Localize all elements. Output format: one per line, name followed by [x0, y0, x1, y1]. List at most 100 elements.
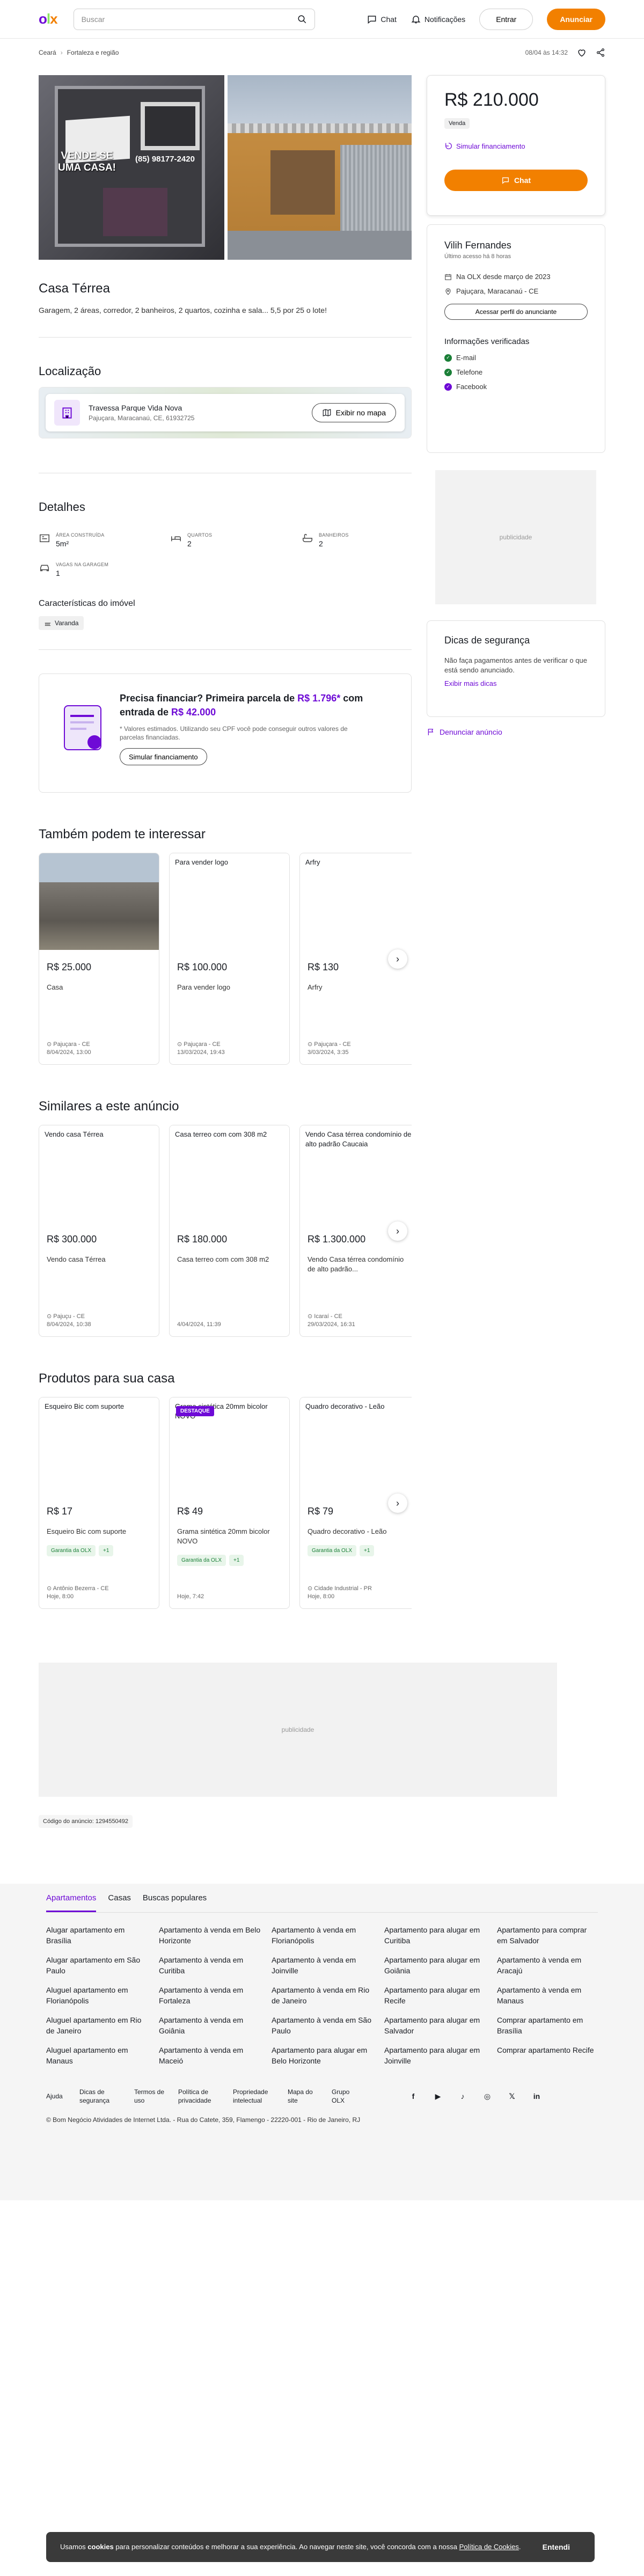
footer-link[interactable]: Apartamento à venda em Florianópolis — [272, 1924, 374, 1946]
seller-last-access: Último acesso há 8 horas — [444, 253, 511, 260]
footer-bottom-link[interactable]: Mapa do site — [288, 2088, 320, 2105]
footer-tab-apartments[interactable]: Apartamentos — [46, 1893, 97, 1912]
youtube-icon[interactable]: ▶ — [433, 2091, 443, 2102]
show-map-button[interactable]: Exibir no mapa — [311, 403, 396, 422]
notifications-link[interactable]: Notificações — [411, 14, 465, 25]
footer-link[interactable]: Apartamento à venda em Manaus — [497, 1985, 599, 2006]
listing-card-place: ⊙ Pajuçara - CE — [308, 1041, 351, 1048]
simulate-financing-button[interactable]: Simular financiamento — [120, 748, 207, 765]
tiktok-icon[interactable]: ♪ — [457, 2091, 468, 2102]
footer-link[interactable]: Comprar apartamento Recife — [497, 2045, 599, 2066]
listing-photo-2[interactable] — [228, 75, 412, 260]
footer-link[interactable]: Apartamento à venda em Joinville — [272, 1955, 374, 1976]
similar-carousel: Vendo casa Térrea R$ 300.000 Vendo casa … — [39, 1125, 412, 1337]
building-icon — [54, 400, 80, 426]
olx-logo[interactable]: olx — [39, 11, 58, 27]
footer-bottom-link[interactable]: Ajuda — [46, 2092, 68, 2101]
plus-badge: +1 — [99, 1545, 114, 1556]
listing-card[interactable]: R$ 25.000 Casa ⊙ Pajuçara - CE 8/04/2024,… — [39, 853, 159, 1065]
listing-card[interactable]: Casa terreo com com 308 m2 R$ 180.000 Ca… — [169, 1125, 290, 1337]
ad-banner[interactable]: publicidade — [39, 1663, 557, 1797]
carousel-next-icon[interactable]: › — [388, 1494, 407, 1513]
heart-icon[interactable] — [576, 47, 587, 58]
footer-link[interactable]: Apartamento à venda em Rio de Janeiro — [272, 1985, 374, 2006]
location-heading: Localização — [39, 364, 101, 378]
breadcrumb-item-state[interactable]: Ceará — [39, 49, 56, 56]
report-link[interactable]: Denunciar anúncio — [427, 728, 605, 736]
footer-link[interactable]: Alugar apartamento em Brasília — [46, 1924, 148, 1946]
product-card-title: Quadro decorativo - Leão — [308, 1527, 387, 1535]
cookie-accept-button[interactable]: Entendi — [543, 2543, 570, 2551]
footer-link[interactable]: Apartamento para alugar em Salvador — [384, 2015, 486, 2036]
footer-bottom-link[interactable]: Propriedade intelectual — [233, 2088, 276, 2105]
footer-link[interactable]: Apartamento à venda em Maceió — [159, 2045, 261, 2066]
simulate-link[interactable]: Simular financiamento — [444, 142, 588, 150]
footer-link[interactable]: Apartamento para comprar em Salvador — [497, 1924, 599, 1946]
search-box[interactable] — [73, 8, 315, 30]
chat-link[interactable]: Chat — [367, 14, 397, 25]
notifications-label: Notificações — [424, 14, 466, 24]
facebook-icon[interactable]: f — [408, 2091, 419, 2102]
login-button[interactable]: Entrar — [479, 8, 533, 30]
listing-photo-1[interactable]: VENDE-SE UMA CASA! (85) 98177-2420 — [39, 75, 224, 260]
safety-tips-link[interactable]: Exibir mais dicas — [444, 679, 588, 687]
footer-bottom-link[interactable]: Dicas de segurança — [79, 2088, 122, 2105]
footer-link[interactable]: Aluguel apartamento em Rio de Janeiro — [46, 2015, 148, 2036]
search-input[interactable] — [81, 14, 297, 24]
footer-link[interactable]: Apartamento para alugar em Belo Horizont… — [272, 2045, 374, 2066]
post-ad-button[interactable]: Anunciar — [547, 8, 605, 30]
safety-tips-title: Dicas de segurança — [444, 635, 530, 646]
footer-tab-popular[interactable]: Buscas populares — [143, 1893, 207, 1912]
product-card-place: ⊙ Antônio Bezerra - CE — [47, 1585, 109, 1592]
footer-link[interactable]: Apartamento à venda em Fortaleza — [159, 1985, 261, 2006]
footer-bottom-link[interactable]: Termos de uso — [134, 2088, 166, 2105]
footer-link[interactable]: Apartamento à venda em Goiânia — [159, 2015, 261, 2036]
x-twitter-icon[interactable]: 𝕏 — [507, 2091, 517, 2102]
carousel-next-icon[interactable]: › — [388, 1221, 407, 1241]
chat-button[interactable]: Chat — [444, 170, 588, 191]
footer-link[interactable]: Apartamento para alugar em Joinville — [384, 2045, 486, 2066]
sidebar-ad[interactable]: publicidade — [435, 470, 596, 604]
location-street: Travessa Parque Vida Nova — [89, 404, 182, 412]
cookie-policy-link[interactable]: Política de Cookies — [459, 2543, 519, 2551]
footer-tabs: Apartamentos Casas Buscas populares — [46, 1884, 598, 1913]
verified-item: ✓ Facebook — [444, 383, 588, 391]
footer-link[interactable]: Alugar apartamento em São Paulo — [46, 1955, 148, 1976]
carousel-next-icon[interactable]: › — [388, 949, 407, 969]
footer-link[interactable]: Apartamento à venda em Aracajú — [497, 1955, 599, 1976]
footer-link[interactable]: Apartamento à venda em Belo Horizonte — [159, 1924, 261, 1946]
footer-bottom-link[interactable]: Grupo OLX — [332, 2088, 358, 2105]
seller-profile-button[interactable]: Acessar perfil do anunciante — [444, 304, 588, 320]
footer-tab-houses[interactable]: Casas — [108, 1893, 131, 1912]
instagram-icon[interactable]: ◎ — [482, 2091, 493, 2102]
footer-link[interactable]: Apartamento à venda em São Paulo — [272, 2015, 374, 2036]
linkedin-icon[interactable]: in — [531, 2091, 542, 2102]
similar-heading: Similares a este anúncio — [39, 1099, 179, 1114]
share-icon[interactable] — [596, 48, 605, 57]
balcony-icon — [45, 623, 51, 626]
details-grid: ÁREA CONSTRUÍDA 5m² QUARTOS 2 BANHEIROS 2 V… — [39, 532, 412, 577]
chat-label: Chat — [380, 14, 397, 24]
header: olx Chat Notificações Entrar Anunciar — [0, 0, 644, 39]
footer-link[interactable]: Apartamento para alugar em Goiânia — [384, 1955, 486, 1976]
footer-link[interactable]: Comprar apartamento em Brasília — [497, 2015, 599, 2036]
photo-gallery[interactable]: VENDE-SE UMA CASA! (85) 98177-2420 — [39, 75, 412, 260]
product-card[interactable]: Grama sintética 20mm bicolor NOVO DESTAQ… — [169, 1397, 290, 1609]
listing-card[interactable]: Para vender logo R$ 100.000 Para vender … — [169, 853, 290, 1065]
breadcrumb-item-region[interactable]: Fortaleza e região — [67, 49, 119, 56]
footer-link[interactable]: Apartamento para alugar em Recife — [384, 1985, 486, 2006]
copyright: © Bom Negócio Atividades de Internet Ltd… — [46, 2116, 361, 2124]
footer-link[interactable]: Aluguel apartamento em Manaus — [46, 2045, 148, 2066]
search-icon[interactable] — [297, 14, 307, 24]
listing-card-title: Vendo Casa térrea condomínio de alto pad… — [308, 1255, 404, 1273]
features-heading: Características do imóvel — [39, 599, 135, 608]
footer-link[interactable]: Aluguel apartamento em Florianópolis — [46, 1985, 148, 2006]
product-card[interactable]: Esqueiro Bic com suporte R$ 17 Esqueiro … — [39, 1397, 159, 1609]
footer-link[interactable]: Apartamento à venda em Curitiba — [159, 1955, 261, 1976]
listing-card-price: R$ 25.000 — [47, 962, 92, 972]
footer-link[interactable]: Apartamento para alugar em Curitiba — [384, 1924, 486, 1946]
cookie-banner: Usamos cookies para personalizar conteúd… — [46, 2532, 595, 2562]
listing-card[interactable]: Vendo casa Térrea R$ 300.000 Vendo casa … — [39, 1125, 159, 1337]
footer-bottom-link[interactable]: Política de privacidade — [178, 2088, 221, 2105]
listing-card-date: 8/04/2024, 10:38 — [47, 1321, 91, 1328]
